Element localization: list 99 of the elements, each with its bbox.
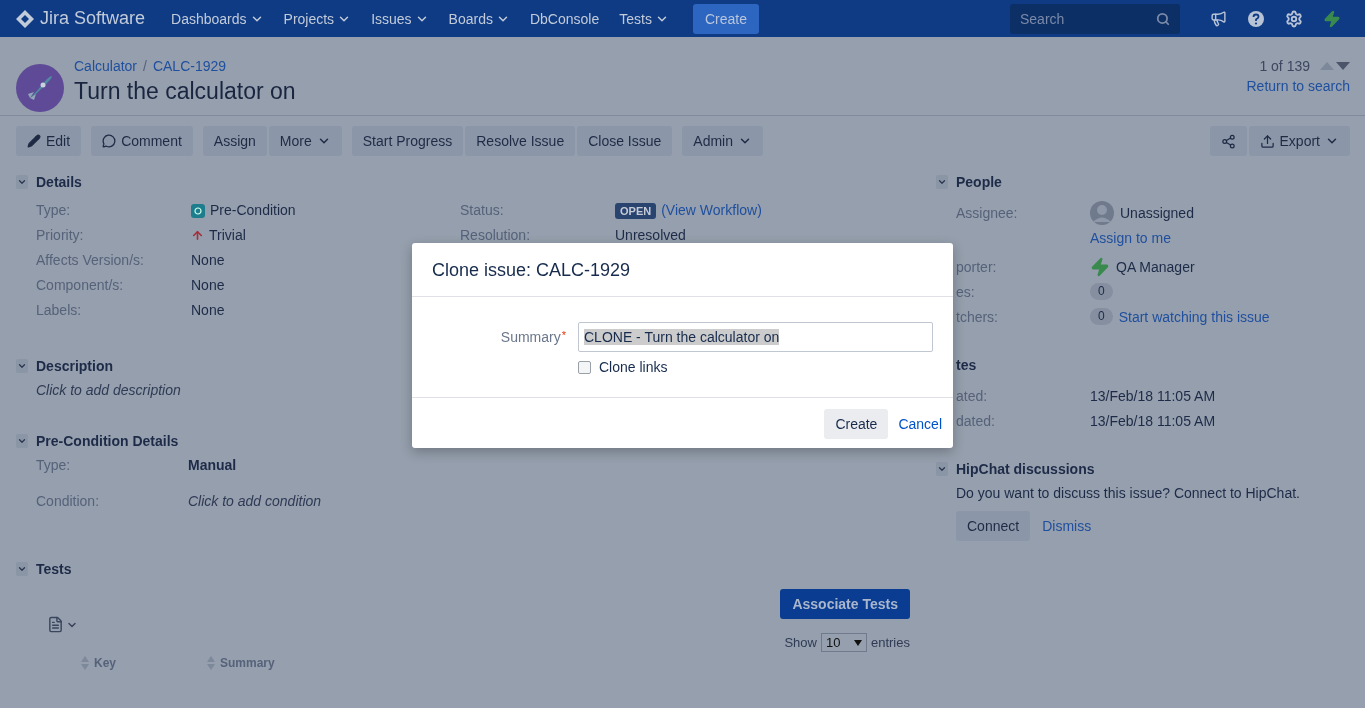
project-avatar-icon — [16, 64, 64, 112]
lightning-bolt-icon — [1090, 256, 1110, 277]
unassigned-avatar-icon — [1090, 200, 1114, 225]
field-label: ated: — [956, 386, 989, 406]
collapse-chevron-icon[interactable] — [16, 359, 28, 373]
dismiss-link[interactable]: Dismiss — [1042, 518, 1092, 534]
field-label: porter: — [956, 257, 998, 277]
nav-menu-item[interactable]: Tests — [611, 10, 677, 27]
date-value: 13/Feb/18 11:05 AM — [1090, 386, 1217, 406]
section-title: HipChat discussions — [956, 461, 1095, 477]
field-label: Status: — [460, 201, 505, 220]
admin-button[interactable]: Admin — [682, 126, 763, 156]
summary-field[interactable]: CLONE - Turn the calculator on — [578, 322, 933, 352]
assignee-value: Unassigned — [1120, 204, 1194, 221]
hipchat-message: Do you want to discuss this issue? Connect to HipChat. — [956, 485, 1301, 501]
section-title: People — [956, 174, 1002, 190]
breadcrumb-separator: / — [143, 58, 147, 74]
field-value: Unresolved — [615, 226, 687, 245]
field-label: Affects Version/s: — [36, 251, 145, 270]
field-value: None — [191, 276, 226, 295]
breadcrumb-link[interactable]: CALC-1929 — [152, 58, 227, 74]
collapse-chevron-icon[interactable] — [16, 434, 28, 448]
page-size-select[interactable]: 10 — [820, 633, 867, 652]
watchers-count: 0 — [1090, 308, 1113, 325]
precondition-type-value: Manual — [188, 457, 238, 473]
dialog-title: Clone issue: CALC-1929 — [412, 243, 953, 297]
share-button[interactable] — [1209, 126, 1247, 156]
edit-button[interactable]: Edit — [16, 126, 82, 156]
assign-to-me-link[interactable]: Assign to me — [1090, 229, 1171, 246]
clone-links-label: Clone links — [599, 359, 668, 375]
product-name: Jira Software — [40, 8, 146, 29]
votes-count: 0 — [1090, 283, 1113, 300]
collapse-chevron-icon[interactable] — [936, 175, 948, 189]
condition-placeholder[interactable]: Click to add condition — [188, 493, 916, 509]
show-label: Show — [784, 635, 817, 650]
workflow-button[interactable]: Resolve Issue — [465, 126, 576, 156]
section-title: Pre-Condition Details — [36, 433, 179, 449]
issue-title: Turn the calculator on — [74, 78, 297, 105]
section-title: Description — [36, 358, 113, 374]
pencil-icon — [27, 134, 41, 148]
collapse-chevron-icon[interactable] — [16, 175, 28, 189]
arrow-up-icon — [191, 229, 204, 242]
summary-label: Summary* — [499, 329, 566, 345]
nav-menu-item[interactable]: Boards — [440, 10, 518, 27]
collapse-chevron-icon[interactable] — [936, 462, 948, 476]
search-icon — [1156, 11, 1170, 26]
precondition-type-icon — [191, 203, 205, 218]
cancel-link[interactable]: Cancel — [898, 416, 942, 432]
section-title: Tests — [36, 561, 72, 577]
reporter-value: QA Manager — [1116, 258, 1195, 275]
section-title: Details — [36, 174, 82, 190]
section-title: tes — [956, 356, 978, 375]
field-label: Type: — [36, 457, 72, 473]
workflow-button[interactable]: Start Progress — [351, 126, 464, 156]
associate-tests-button[interactable]: Associate Tests — [780, 589, 910, 619]
breadcrumb-link[interactable]: Calculator — [74, 58, 138, 74]
status-badge: OPEN — [615, 202, 657, 219]
nav-menu-item[interactable]: Projects — [275, 10, 360, 27]
document-icon[interactable] — [47, 616, 64, 633]
field-label: dated: — [956, 411, 996, 431]
clone-links-checkbox[interactable] — [578, 360, 591, 374]
field-label: Resolution: — [460, 226, 532, 245]
nav-menu-item[interactable]: Dashboards — [163, 10, 272, 27]
field-label: Condition: — [36, 493, 101, 509]
workflow-button[interactable]: Close Issue — [577, 126, 673, 156]
create-button[interactable]: Create — [824, 409, 889, 439]
comment-button[interactable]: Comment — [91, 126, 193, 156]
export-button[interactable]: Export — [1248, 126, 1350, 156]
field-label: Component/s: — [36, 276, 125, 295]
nav-menu-item[interactable]: Issues — [363, 10, 437, 27]
more-button[interactable]: More — [268, 126, 342, 156]
speech-bubble-icon — [102, 134, 117, 148]
share-icon — [1220, 133, 1236, 149]
view-workflow-link[interactable]: (View Workflow) — [661, 198, 762, 223]
field-label: Type: — [36, 201, 72, 220]
entries-label: entries — [870, 635, 910, 650]
next-arrow-icon[interactable] — [1336, 62, 1350, 70]
jira-logo-icon — [16, 9, 34, 28]
field-label: Labels: — [36, 301, 83, 320]
start-watching-link[interactable]: Start watching this issue — [1118, 308, 1270, 325]
field-label: tchers: — [956, 307, 999, 327]
field-value: None — [191, 301, 226, 320]
description-placeholder[interactable]: Click to add description — [36, 382, 181, 398]
type-value: Pre-Condition — [210, 201, 296, 220]
create-button[interactable]: Create — [692, 3, 759, 34]
field-label: es: — [956, 282, 976, 302]
caret-icon — [853, 639, 862, 646]
pager-count: 1 of 139 — [1259, 58, 1310, 74]
field-label: Priority: — [36, 226, 85, 245]
collapse-chevron-icon[interactable] — [16, 562, 28, 576]
return-to-search-link[interactable]: Return to search — [1246, 78, 1350, 94]
nav-menu-item[interactable]: DbConsole — [521, 10, 608, 27]
assign-button[interactable]: Assign — [202, 126, 267, 156]
connect-button[interactable]: Connect — [956, 511, 1031, 541]
search-field[interactable]: Search — [1010, 3, 1180, 34]
priority-value: Trivial — [209, 226, 246, 245]
upload-icon — [1259, 133, 1275, 149]
field-label: Assignee: — [956, 203, 1019, 223]
date-value: 13/Feb/18 11:05 AM — [1090, 411, 1217, 431]
